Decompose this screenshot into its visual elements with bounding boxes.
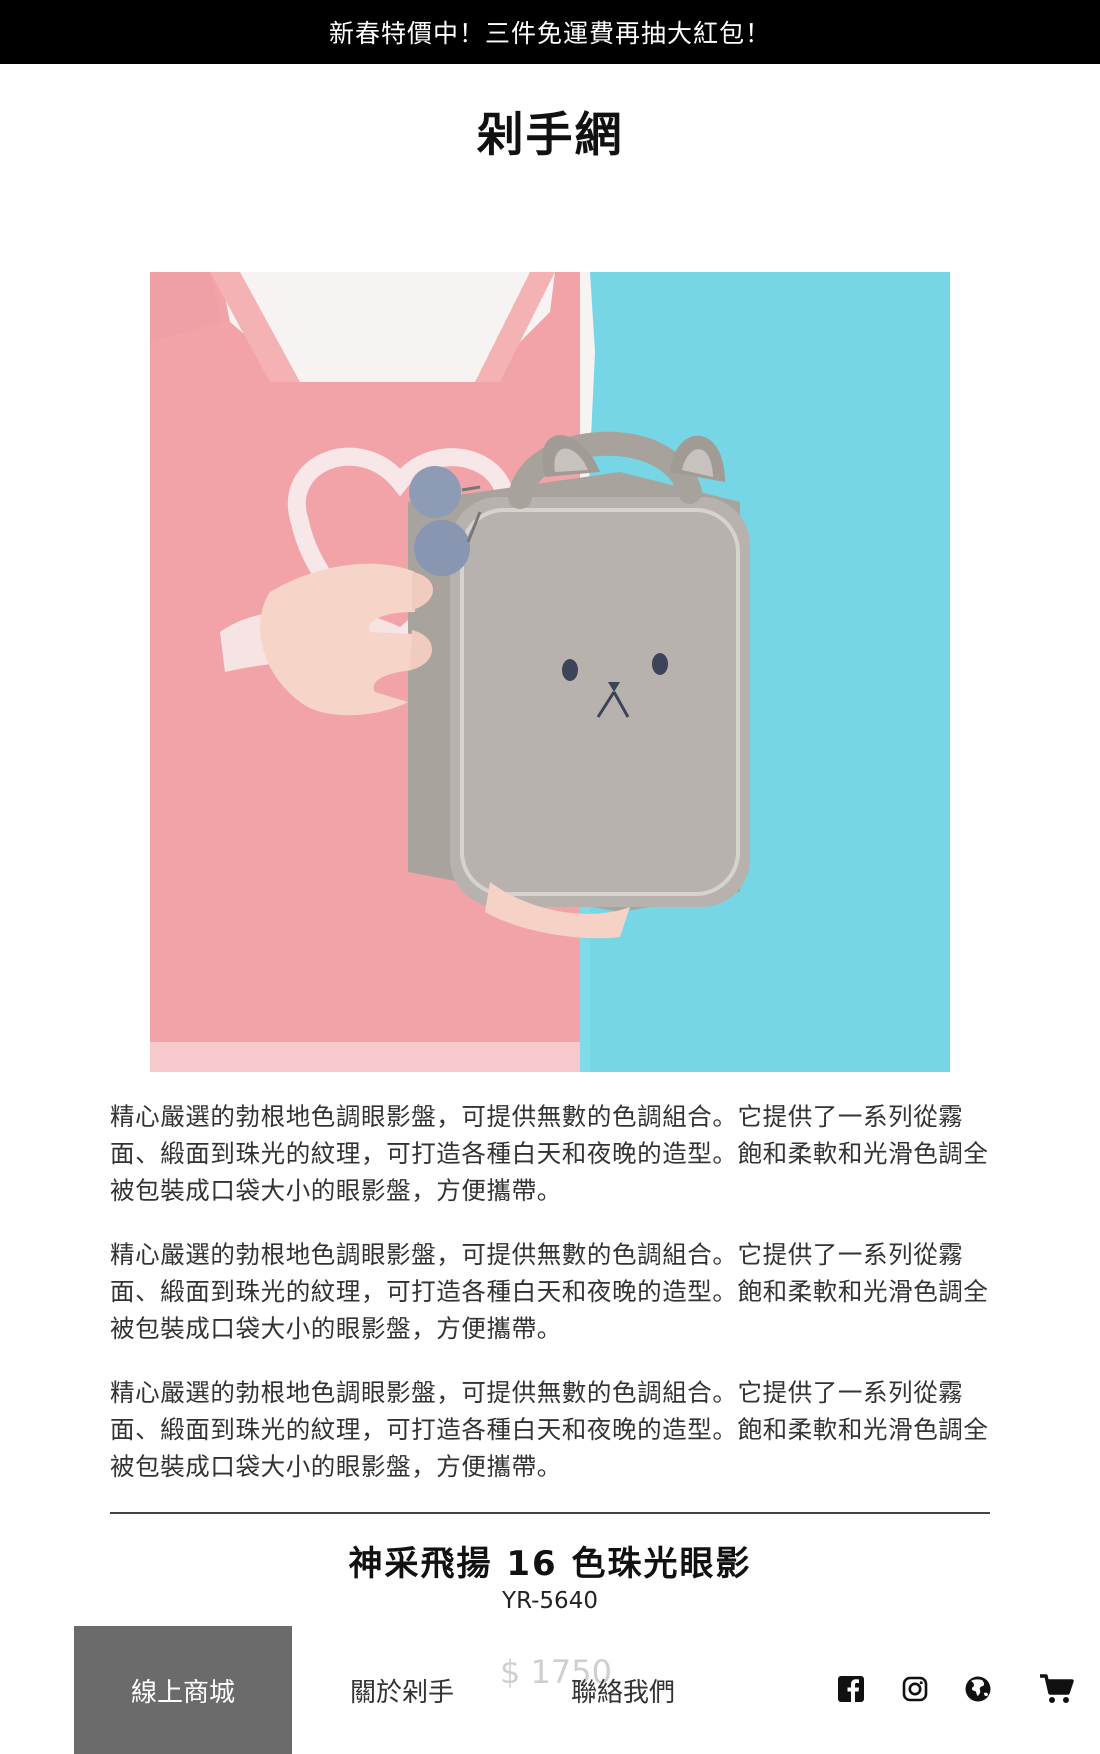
cart-icon[interactable] (1037, 1672, 1077, 1706)
description-paragraph: 精心嚴選的勃根地色調眼影盤，可提供無數的色調組合。它提供了一系列從霧面、緞面到珠… (110, 1378, 989, 1481)
divider (110, 1512, 990, 1514)
globe-icon[interactable] (961, 1672, 995, 1706)
nav-contact[interactable]: 聯絡我們 (514, 1626, 732, 1754)
product-description: 精心嚴選的勃根地色調眼影盤，可提供無數的色調組合。它提供了一系列從霧面、緞面到珠… (110, 1098, 990, 1512)
announcement-text: 新春特價中！三件免運費再抽大紅包！ (328, 19, 771, 48)
instagram-icon[interactable] (898, 1672, 932, 1706)
product-photo (150, 272, 950, 1072)
description-paragraph: 精心嚴選的勃根地色調眼影盤，可提供無數的色調組合。它提供了一系列從霧面、緞面到珠… (110, 1240, 989, 1343)
nav-shop[interactable]: 線上商城 (74, 1626, 292, 1754)
product-sku: YR-5640 (502, 1588, 598, 1614)
description-paragraph: 精心嚴選的勃根地色調眼影盤，可提供無數的色調組合。它提供了一系列從霧面、緞面到珠… (110, 1102, 989, 1205)
facebook-icon[interactable] (834, 1672, 868, 1706)
announcement-bar: 新春特價中！三件免運費再抽大紅包！ (0, 0, 1100, 64)
product-title: 神采飛揚 16 色珠光眼影 (348, 1544, 752, 1584)
site-logo[interactable]: 剁手網 (0, 96, 1100, 165)
nav-about[interactable]: 關於剁手 (293, 1626, 511, 1754)
bottom-navigation: 線上商城 關於剁手 聯絡我們 (0, 1626, 1100, 1754)
